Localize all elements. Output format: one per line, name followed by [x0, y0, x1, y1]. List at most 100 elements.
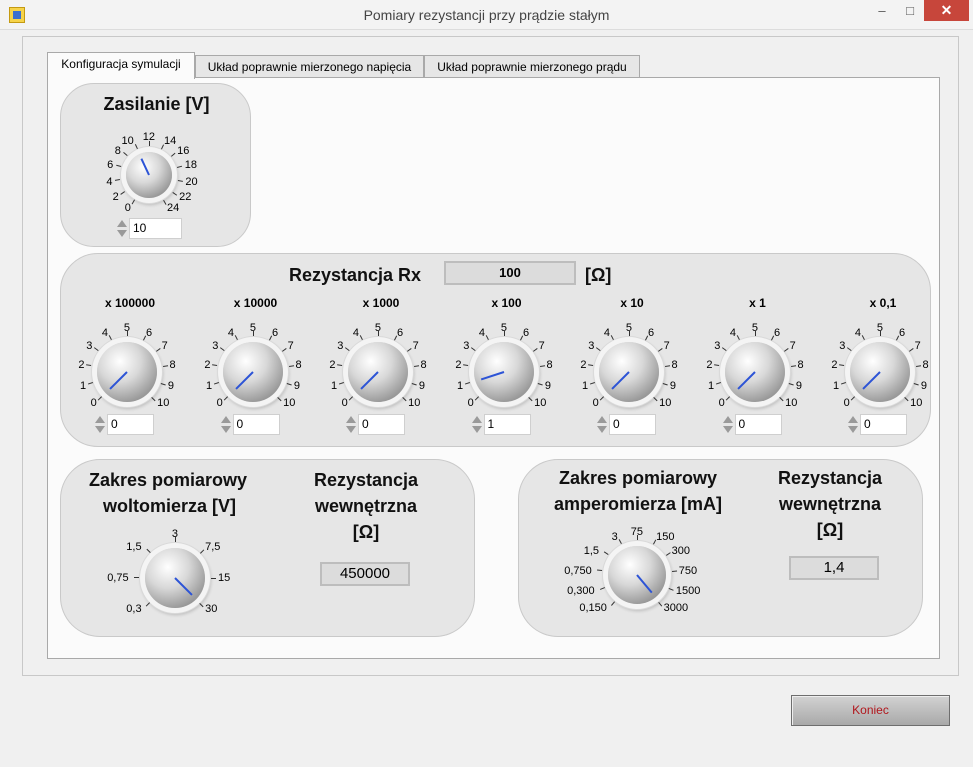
decrement-arrow-icon[interactable] — [722, 426, 733, 433]
knob-tick-mark — [839, 364, 845, 367]
knob-tick-mark — [97, 396, 102, 401]
knob-tick-mark — [588, 364, 594, 367]
knob-tick-mark — [664, 365, 670, 368]
decade-value-input[interactable]: 0 — [232, 414, 280, 435]
decade-knob[interactable] — [348, 342, 408, 402]
knob-tick-label: 6 — [107, 159, 114, 172]
decade-knob[interactable] — [599, 342, 659, 402]
increment-arrow-icon[interactable] — [848, 416, 858, 423]
decade-numeric-control: 0 — [596, 414, 656, 435]
knob-tick-mark — [359, 335, 363, 340]
increment-arrow-icon[interactable] — [117, 220, 127, 227]
knob-tick-label: 8 — [420, 359, 427, 372]
knob-tick-label: 7 — [789, 340, 796, 353]
spinner[interactable] — [847, 414, 859, 435]
knob-tick-label: 10 — [283, 397, 296, 410]
knob-tick-label: 16 — [177, 144, 190, 157]
knob-tick-label: 2 — [204, 359, 211, 372]
knob-tick-label: 0,300 — [567, 585, 595, 598]
knob-tick-label: 4 — [478, 326, 485, 339]
increment-arrow-icon[interactable] — [346, 416, 356, 423]
knob-tick-label: 1,5 — [583, 544, 600, 557]
increment-arrow-icon[interactable] — [597, 416, 607, 423]
spinner[interactable] — [220, 414, 232, 435]
decrement-arrow-icon[interactable] — [95, 426, 105, 433]
decrement-arrow-icon[interactable] — [848, 426, 858, 433]
spinner[interactable] — [116, 218, 128, 239]
decade-numeric-control: 0 — [847, 414, 907, 435]
increment-arrow-icon[interactable] — [471, 416, 482, 423]
knob-tick-mark — [528, 397, 533, 402]
decade-value-input[interactable]: 0 — [609, 414, 656, 435]
decade-numeric-control: 0 — [220, 414, 280, 435]
decade-knob[interactable] — [473, 342, 534, 402]
knob-tick-label: 12 — [142, 131, 156, 143]
ammeter-range-knob[interactable] — [608, 546, 666, 604]
knob-pointer — [862, 371, 881, 390]
tab-uklad-pradu[interactable]: Układ poprawnie mierzonego prądu — [424, 55, 640, 78]
ammeter-internal-value: 1,4 — [789, 556, 879, 580]
knob-tick-label: 3 — [611, 531, 618, 544]
tab-konfiguracja-symulacji[interactable]: Konfiguracja symulacji — [47, 52, 195, 79]
knob-tick-label: 2 — [455, 359, 462, 372]
increment-arrow-icon[interactable] — [95, 416, 105, 423]
spinner[interactable] — [722, 414, 734, 435]
knob-tick-label: 5 — [751, 322, 759, 334]
knob-tick-mark — [212, 364, 218, 367]
knob-tick-label: 1 — [79, 379, 87, 392]
minimize-button[interactable]: – — [868, 0, 896, 21]
decade-value-input[interactable]: 0 — [358, 414, 405, 435]
decrement-arrow-icon[interactable] — [471, 426, 482, 433]
decade-knob[interactable] — [850, 342, 910, 402]
knob-tick-mark — [277, 397, 282, 402]
knob-tick-mark — [464, 382, 470, 385]
knob-tick-label: 6 — [522, 326, 530, 339]
knob-tick-mark — [603, 551, 609, 556]
tab-uklad-napiecia[interactable]: Układ poprawnie mierzonego napięcia — [195, 55, 424, 78]
knob-tick-label: 8 — [797, 359, 804, 372]
knob-tick-label: 0 — [90, 397, 97, 410]
spinner[interactable] — [471, 414, 483, 435]
knob-tick-label: 6 — [145, 326, 153, 339]
decade-value-input[interactable]: 0 — [734, 414, 782, 435]
knob-tick-mark — [779, 397, 784, 402]
knob-tick-mark — [93, 347, 99, 351]
koniec-button[interactable]: Koniec — [791, 695, 950, 726]
decade-knob[interactable] — [97, 342, 157, 402]
decrement-arrow-icon[interactable] — [117, 230, 127, 237]
knob-pointer — [736, 371, 756, 390]
knob-tick-label: 10 — [534, 397, 547, 410]
decade-value-input[interactable]: 1 — [483, 414, 531, 435]
decrement-arrow-icon[interactable] — [220, 426, 231, 433]
increment-arrow-icon[interactable] — [722, 416, 733, 423]
decade-numeric-control: 1 — [471, 414, 531, 435]
increment-arrow-icon[interactable] — [220, 416, 231, 423]
close-button[interactable]: ✕ — [924, 0, 969, 21]
supply-label: Zasilanie [V] — [103, 94, 210, 114]
decade-knob[interactable] — [724, 342, 785, 402]
voltmeter-range-label-1: Zakres pomiarowy — [89, 470, 248, 490]
knob-tick-label: 4 — [603, 326, 610, 339]
decade-knob[interactable] — [222, 342, 283, 402]
decade-label: x 0,1 — [869, 296, 897, 310]
spinner[interactable] — [345, 414, 357, 435]
spinner[interactable] — [94, 414, 106, 435]
spinner[interactable] — [596, 414, 608, 435]
maximize-button[interactable]: □ — [896, 0, 924, 21]
knob-tick-mark — [177, 180, 183, 182]
decade-value-input[interactable]: 0 — [860, 414, 907, 435]
knob-tick-label: 0 — [341, 397, 348, 410]
supply-knob[interactable] — [126, 152, 172, 198]
decrement-arrow-icon[interactable] — [346, 426, 356, 433]
decrement-arrow-icon[interactable] — [597, 426, 607, 433]
knob-tick-label: 30 — [205, 603, 218, 616]
voltmeter-range-knob[interactable] — [145, 548, 205, 608]
knob-tick-mark — [151, 397, 156, 402]
knob-tick-mark — [913, 383, 919, 386]
knob-tick-mark — [402, 397, 407, 402]
decade-value-input[interactable]: 0 — [107, 414, 154, 435]
supply-value-input[interactable]: 10 — [129, 218, 182, 239]
knob-tick-label: 10 — [408, 397, 421, 410]
ammeter-internal-label-2: wewnętrzna — [778, 494, 882, 514]
knob-tick-mark — [736, 335, 740, 340]
